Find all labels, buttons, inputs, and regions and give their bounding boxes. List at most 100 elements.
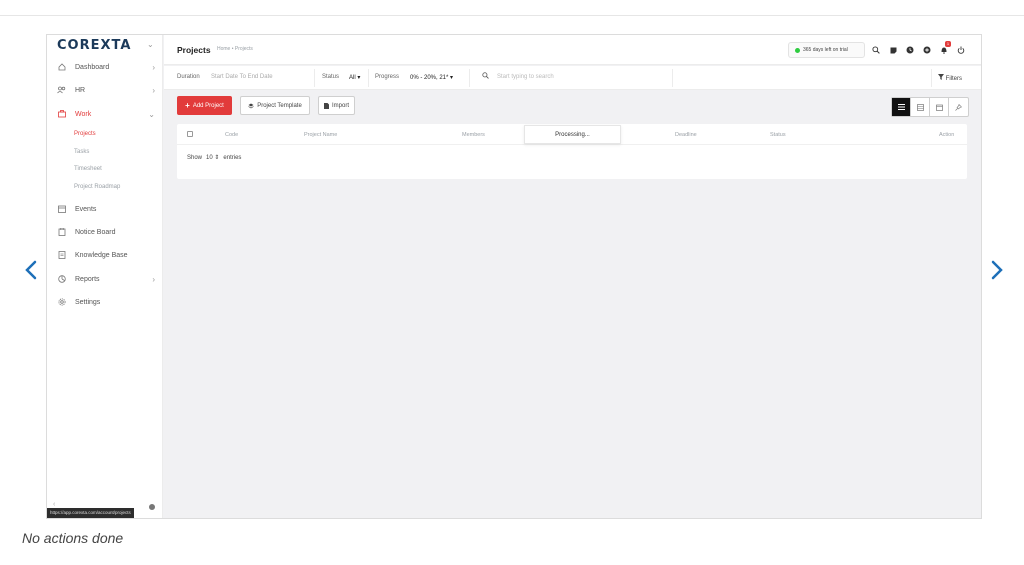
entries-label: entries xyxy=(223,154,242,161)
duration-label: Duration xyxy=(177,74,200,80)
sidebar-item-label: Work xyxy=(75,110,92,118)
add-project-button[interactable]: + Add Project xyxy=(177,96,232,115)
table-view-icon[interactable] xyxy=(911,98,930,116)
browser-status-url: https://app.corexta.com/account/projects xyxy=(47,508,134,518)
people-icon xyxy=(57,86,66,95)
view-switcher xyxy=(891,97,969,117)
sidebar-item-label: HR xyxy=(75,86,86,94)
help-icon[interactable] xyxy=(149,504,155,510)
sidebar-item-work[interactable]: Work ⌄ xyxy=(47,104,163,124)
slide-caption: No actions done xyxy=(22,530,124,546)
import-button[interactable]: Import xyxy=(318,96,355,115)
add-project-label: Add Project xyxy=(192,102,224,109)
collapse-arrow-icon[interactable]: ‹ xyxy=(53,501,55,508)
column-header-deadline[interactable]: Deadline xyxy=(675,132,697,138)
power-icon[interactable] xyxy=(955,44,967,56)
sidebar-item-label: Events xyxy=(75,205,97,213)
column-header-code[interactable]: Code xyxy=(225,132,238,138)
chevron-down-icon: ⌄ xyxy=(148,109,155,119)
project-template-label: Project Template xyxy=(257,102,302,109)
status-select[interactable]: All ▾ xyxy=(349,74,360,81)
filter-divider xyxy=(672,69,673,87)
trial-text: 365 days left on trial xyxy=(803,47,848,53)
show-label: Show xyxy=(187,154,203,161)
select-all-checkbox[interactable] xyxy=(187,131,193,137)
status-select-value: All xyxy=(349,75,356,81)
filter-divider xyxy=(469,69,470,87)
sticky-note-icon[interactable] xyxy=(887,44,899,56)
filter-divider xyxy=(368,69,369,87)
list-view-icon[interactable] xyxy=(892,98,911,116)
search-icon[interactable] xyxy=(870,44,882,56)
main-content: Projects Home • Projects 365 days left o… xyxy=(164,35,981,518)
trial-badge[interactable]: 365 days left on trial xyxy=(788,42,865,58)
plus-icon: + xyxy=(185,101,190,110)
processing-indicator: Processing... xyxy=(524,125,621,144)
page-length-control: Show 10 ⇕ entries xyxy=(187,154,242,162)
sidebar-subitem-project-roadmap[interactable]: Project Roadmap xyxy=(74,184,120,190)
book-icon xyxy=(57,251,66,260)
sidebar-item-hr[interactable]: HR › xyxy=(47,80,163,100)
column-header-action: Action xyxy=(939,132,955,138)
bell-icon[interactable]: 1 xyxy=(938,41,951,56)
sidebar-item-label: Reports xyxy=(75,275,100,283)
filter-divider xyxy=(931,69,932,87)
status-label: Status xyxy=(322,74,340,80)
sidebar-item-knowledge-base[interactable]: Knowledge Base xyxy=(47,245,163,265)
page-title: Projects xyxy=(177,45,211,55)
plus-circle-icon[interactable] xyxy=(921,44,933,56)
sidebar-item-label: Notice Board xyxy=(75,228,116,236)
filters-button[interactable]: Filters xyxy=(938,74,962,82)
status-dot-icon xyxy=(795,47,800,53)
table-header: Code Project Name Members Deadline Statu… xyxy=(177,124,967,145)
column-header-project-name[interactable]: Project Name xyxy=(304,132,337,138)
import-label: Import xyxy=(331,102,349,109)
chart-icon xyxy=(57,275,66,284)
projects-table: Code Project Name Members Deadline Statu… xyxy=(177,124,967,179)
sidebar-item-dashboard[interactable]: Dashboard › xyxy=(47,57,163,77)
sidebar-item-reports[interactable]: Reports › xyxy=(47,269,163,289)
calendar-icon xyxy=(57,205,66,214)
filter-divider xyxy=(314,69,315,87)
progress-select[interactable]: 0% - 20%, 21* ▾ xyxy=(410,74,453,81)
calendar-view-icon[interactable] xyxy=(930,98,949,116)
clipboard-icon xyxy=(57,228,66,237)
pin-icon[interactable] xyxy=(949,98,968,116)
next-slide-arrow-icon[interactable] xyxy=(989,258,1005,282)
notification-badge: 1 xyxy=(945,41,951,47)
breadcrumb: Home • Projects xyxy=(217,46,253,52)
chevron-right-icon: › xyxy=(152,85,155,95)
column-header-status[interactable]: Status xyxy=(770,132,786,138)
filter-icon xyxy=(938,74,944,80)
layers-icon xyxy=(248,103,254,108)
sidebar-subitem-projects[interactable]: Projects xyxy=(74,131,96,137)
progress-label: Progress xyxy=(375,74,400,80)
sidebar-subitem-timesheet[interactable]: Timesheet xyxy=(74,166,102,172)
sidebar-item-events[interactable]: Events xyxy=(47,199,163,219)
project-template-button[interactable]: Project Template xyxy=(240,96,310,115)
top-header: Projects Home • Projects 365 days left o… xyxy=(164,35,981,65)
column-header-members[interactable]: Members xyxy=(462,132,485,138)
filter-bar: Duration Start Date To End Date Status A… xyxy=(164,66,981,90)
duration-range-input[interactable]: Start Date To End Date xyxy=(211,74,273,80)
sidebar-item-label: Dashboard xyxy=(75,63,110,71)
progress-select-value: 0% - 20%, 21 xyxy=(410,75,447,81)
sidebar: COREXTA ⌄ Dashboard › HR › Work ⌄ Projec… xyxy=(47,35,163,518)
sidebar-item-notice-board[interactable]: Notice Board xyxy=(47,222,163,242)
sidebar-subitem-tasks[interactable]: Tasks xyxy=(74,149,89,155)
entries-select[interactable]: 10 ⇕ xyxy=(206,154,219,161)
app-logo[interactable]: COREXTA xyxy=(57,38,131,53)
previous-slide-arrow-icon[interactable] xyxy=(23,258,39,282)
sidebar-item-settings[interactable]: Settings xyxy=(47,292,163,312)
sidebar-item-label: Knowledge Base xyxy=(75,251,128,259)
filters-label: Filters xyxy=(945,76,963,82)
clock-icon[interactable] xyxy=(904,44,916,56)
sidebar-collapse-icon[interactable]: ⌄ xyxy=(147,40,154,49)
screenshot-frame: COREXTA ⌄ Dashboard › HR › Work ⌄ Projec… xyxy=(46,34,982,519)
file-icon xyxy=(323,102,329,109)
search-input[interactable]: Start typing to search xyxy=(497,74,554,80)
gear-icon xyxy=(57,298,66,307)
home-icon xyxy=(57,63,66,72)
briefcase-icon xyxy=(57,110,66,119)
chevron-right-icon: › xyxy=(152,274,155,284)
